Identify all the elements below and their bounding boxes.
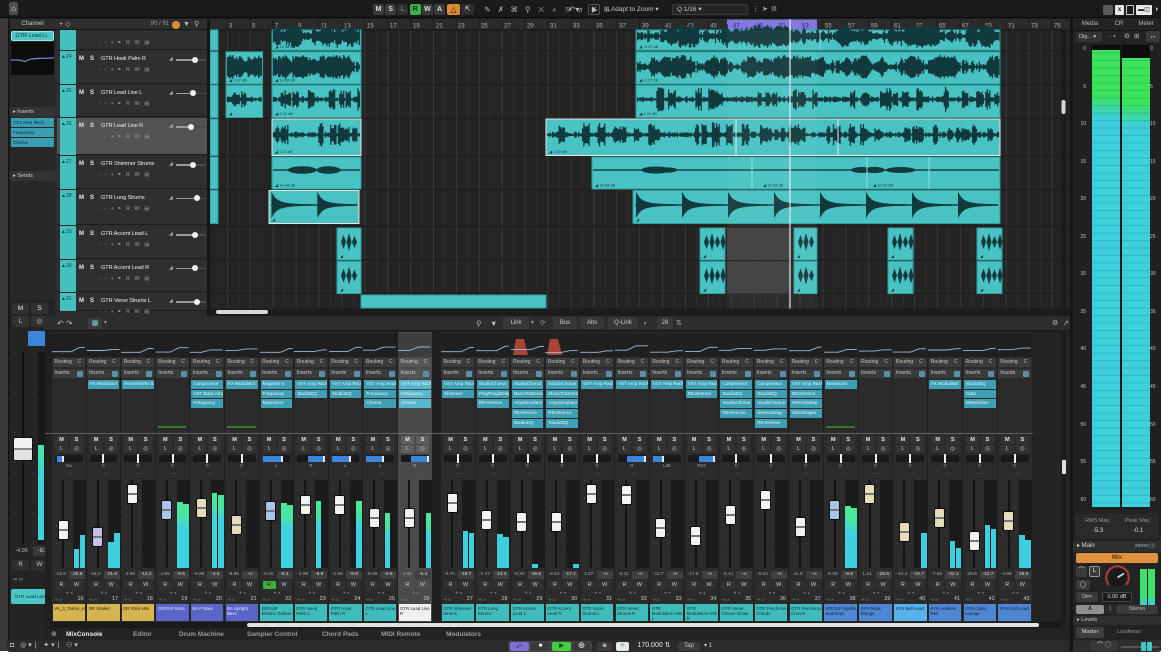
svg-text:19: 19	[413, 24, 420, 30]
svg-text:25: 25	[481, 24, 488, 30]
svg-text:◢ -0.27 dB: ◢ -0.27 dB	[639, 78, 659, 83]
svg-text:◢ 4.21 dB: ◢ 4.21 dB	[639, 111, 657, 116]
svg-text:65: 65	[939, 24, 946, 30]
svg-text:39: 39	[642, 24, 649, 30]
svg-text:75: 75	[1054, 24, 1061, 30]
svg-text:21: 21	[436, 24, 443, 30]
svg-text:35: 35	[596, 24, 603, 30]
svg-text:◢ 10.44 dB: ◢ 10.44 dB	[275, 183, 296, 188]
svg-text:55: 55	[825, 24, 832, 30]
svg-text:27: 27	[504, 24, 511, 30]
svg-text:53: 53	[802, 24, 809, 30]
svg-text:◢ 7.97 dB: ◢ 7.97 dB	[229, 78, 247, 83]
svg-text:17: 17	[390, 24, 397, 30]
svg-text:33: 33	[573, 24, 580, 30]
svg-text:◢ 2.39 dB: ◢ 2.39 dB	[549, 149, 567, 154]
svg-text:47: 47	[733, 24, 740, 30]
svg-text:◢ 14.63 dB: ◢ 14.63 dB	[595, 183, 616, 188]
svg-text:73: 73	[1031, 24, 1038, 30]
svg-text:◢ 1.21 dB: ◢ 1.21 dB	[275, 149, 293, 154]
svg-text:71: 71	[1008, 24, 1015, 30]
svg-text:◢ -0.27 dB: ◢ -0.27 dB	[639, 44, 659, 49]
svg-text:◢ 4.21 dB: ◢ 4.21 dB	[275, 111, 293, 116]
svg-text:15: 15	[367, 24, 374, 30]
svg-text:◢ 13.86 dB: ◢ 13.86 dB	[275, 78, 296, 83]
svg-text:29: 29	[527, 24, 534, 30]
svg-text:37: 37	[619, 24, 626, 30]
svg-text:59: 59	[871, 24, 878, 30]
svg-text:◢ 13.96 dB: ◢ 13.96 dB	[275, 44, 296, 49]
svg-text:31: 31	[550, 24, 557, 30]
svg-text:57: 57	[848, 24, 855, 30]
svg-text:◢ 10.03 dB: ◢ 10.03 dB	[873, 183, 894, 188]
svg-text:67: 67	[962, 24, 969, 30]
svg-text:45: 45	[710, 24, 717, 30]
svg-text:23: 23	[458, 24, 465, 30]
